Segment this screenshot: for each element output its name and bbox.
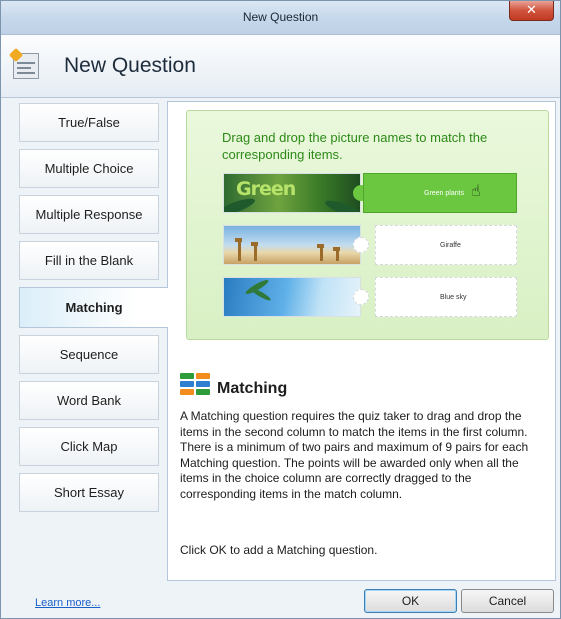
giraffe-image bbox=[223, 225, 361, 265]
pair-row-blue-sky: Blue sky bbox=[223, 277, 517, 317]
info-description: A Matching question requires the quiz ta… bbox=[180, 409, 529, 501]
learn-more-link[interactable]: Learn more... bbox=[35, 597, 100, 609]
close-button[interactable]: ✕ bbox=[509, 1, 554, 21]
window-title: New Question bbox=[242, 10, 319, 24]
info-call-to-action: Click OK to add a Matching question. bbox=[180, 543, 378, 557]
sidebar-item-matching[interactable]: Matching bbox=[19, 287, 168, 328]
sidebar-item-true-false[interactable]: True/False bbox=[19, 103, 159, 142]
info-heading: Matching bbox=[180, 373, 288, 407]
preview-instruction: Drag and drop the picture names to match… bbox=[222, 130, 488, 162]
new-question-dialog: New Question ✕ New Question True/False M… bbox=[0, 0, 561, 619]
hand-cursor-icon: ☝ bbox=[471, 183, 481, 200]
match-label-giraffe[interactable]: Giraffe bbox=[375, 225, 517, 265]
green-plants-image: Green bbox=[223, 173, 361, 213]
pair-row-green-plants: Green Green plants ☝ bbox=[223, 173, 517, 213]
sidebar-item-multiple-response[interactable]: Multiple Response bbox=[19, 195, 159, 234]
title-bar: New Question ✕ bbox=[1, 1, 560, 35]
blue-sky-image bbox=[223, 277, 361, 317]
question-type-details: Drag and drop the picture names to match… bbox=[167, 101, 556, 581]
sidebar-item-short-essay[interactable]: Short Essay bbox=[19, 473, 159, 512]
header-title: New Question bbox=[64, 54, 196, 77]
pair-row-giraffe: Giraffe bbox=[223, 225, 517, 265]
ok-button[interactable]: OK bbox=[364, 589, 457, 613]
match-label-blue-sky[interactable]: Blue sky bbox=[375, 277, 517, 317]
matching-type-icon bbox=[180, 373, 212, 403]
info-title: Matching bbox=[217, 380, 288, 397]
cancel-button[interactable]: Cancel bbox=[461, 589, 554, 613]
sidebar-item-sequence[interactable]: Sequence bbox=[19, 335, 159, 374]
dialog-header: New Question bbox=[1, 35, 560, 98]
sidebar-item-multiple-choice[interactable]: Multiple Choice bbox=[19, 149, 159, 188]
sidebar-item-click-map[interactable]: Click Map bbox=[19, 427, 159, 466]
sidebar-item-fill-in-the-blank[interactable]: Fill in the Blank bbox=[19, 241, 159, 280]
sidebar-item-word-bank[interactable]: Word Bank bbox=[19, 381, 159, 420]
match-label-green-plants[interactable]: Green plants bbox=[363, 173, 517, 213]
matching-preview: Drag and drop the picture names to match… bbox=[186, 110, 549, 340]
new-question-icon bbox=[8, 47, 39, 79]
